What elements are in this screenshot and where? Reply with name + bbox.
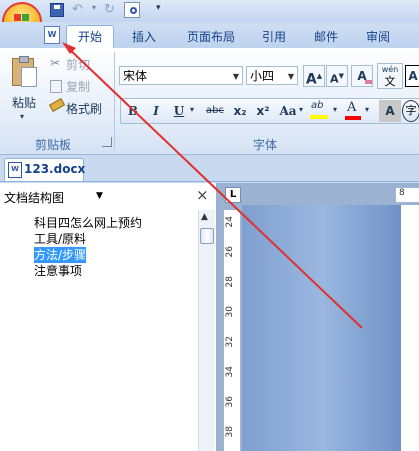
annotation-overlay [62,42,363,329]
annotation-arrow-line [65,45,363,329]
